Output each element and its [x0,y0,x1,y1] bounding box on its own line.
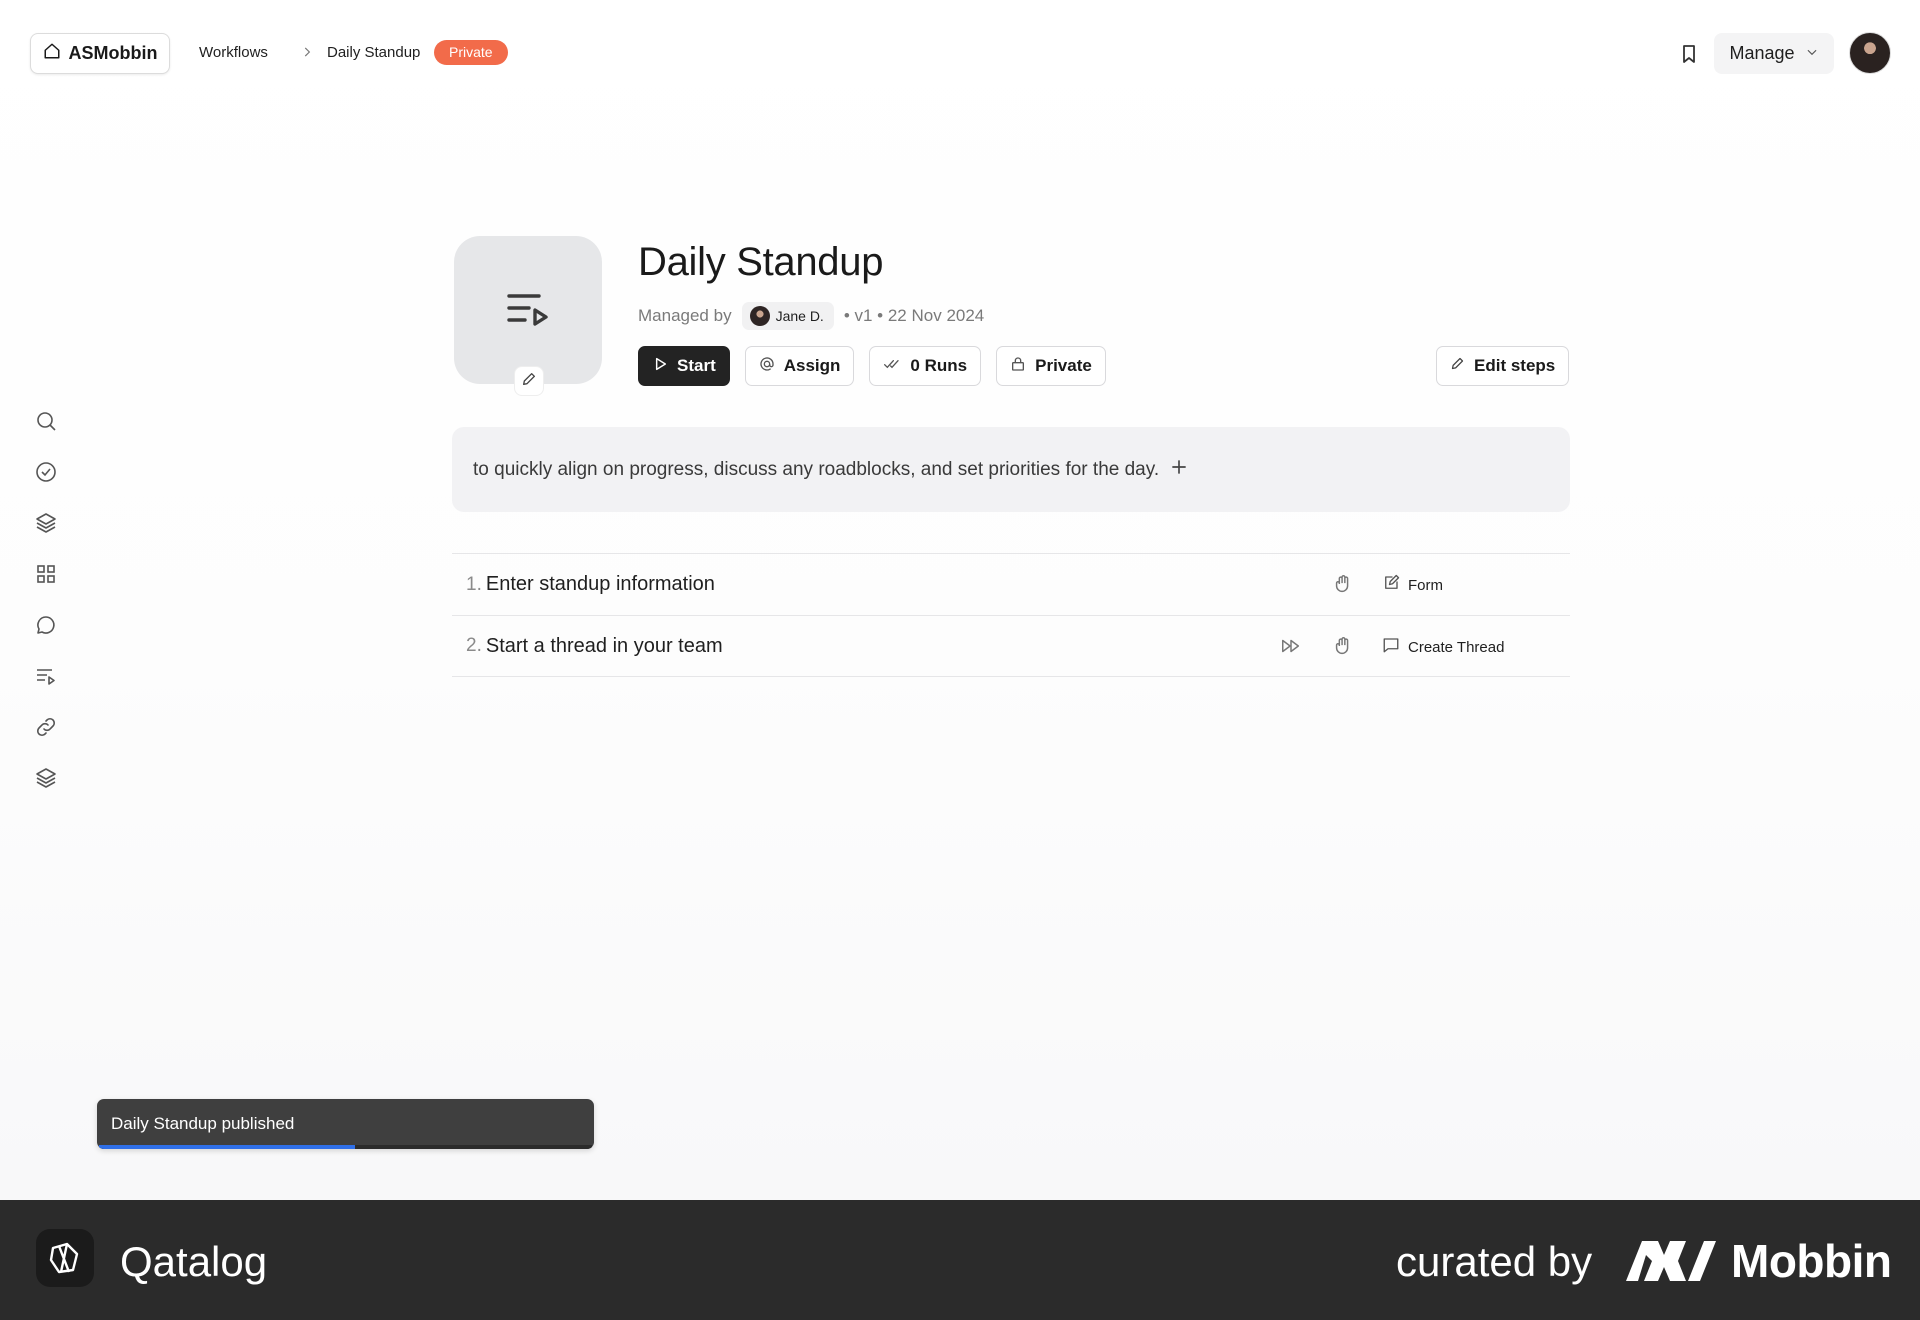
step-type-label: Form [1408,576,1443,594]
step-title: Start a thread in your team [485,634,723,657]
toast-progress-bar [99,1145,356,1149]
hand-icon[interactable] [1332,635,1356,659]
step-row[interactable]: 1. Enter standup information Form [452,553,1570,615]
step-row[interactable]: 2. Start a thread in your team Create Th… [452,615,1570,677]
curated-by-label: curated by [1396,1238,1593,1285]
check-circle-icon[interactable] [30,456,62,488]
search-icon[interactable] [30,405,62,437]
pencil-icon [521,371,537,392]
user-avatar[interactable] [1849,32,1891,74]
step-title: Enter standup information [485,573,715,595]
workflow-icon-tile [454,236,602,384]
workflow-list-icon[interactable] [30,660,62,692]
auto-advance-icon[interactable] [1280,635,1304,659]
assign-label: Assign [783,356,841,375]
private-label: Private [1035,356,1092,375]
step-type: Create Thread [1382,616,1504,678]
pencil-icon [1450,356,1465,376]
at-sign-icon [759,356,775,377]
edit-steps-button[interactable]: Edit steps [1436,346,1570,386]
home-button[interactable]: ASMobbin [30,33,170,74]
action-bar: Start Assign 0 Runs Private [638,346,1106,386]
message-square-icon [1382,636,1400,658]
description-box[interactable]: to quickly align on progress, discuss an… [452,427,1570,512]
home-icon [43,42,61,65]
sidebar [30,405,62,813]
avatar [749,306,770,326]
toast-notification: Daily Standup published [97,1099,594,1149]
curator-name: Mobbin [1731,1235,1892,1287]
step-type-label: Create Thread [1408,638,1505,656]
chevron-right-icon [300,44,314,65]
chevron-down-icon [1805,43,1819,64]
step-type: Form [1382,554,1443,616]
steps-list: 1. Enter standup information Form 2. Sta… [452,553,1570,677]
toast-message: Daily Standup published [111,1114,295,1133]
footer-banner: Qatalog curated by Mobbin [0,1200,1920,1320]
workflow-list-icon [505,288,551,333]
hand-icon[interactable] [1332,573,1356,597]
step-number: 2. [466,635,482,656]
brand-name: Qatalog [120,1238,268,1285]
privacy-button[interactable]: Private [996,346,1106,386]
manage-dropdown[interactable]: Manage [1714,33,1834,74]
step-number: 1. [466,573,482,595]
play-icon [652,356,668,377]
top-bar: ASMobbin Workflows Daily Standup Private… [0,0,1920,106]
form-icon [1382,574,1400,596]
runs-button[interactable]: 0 Runs [869,346,982,386]
plus-icon[interactable] [1169,457,1189,483]
edit-steps-label: Edit steps [1474,356,1556,375]
manager-chip[interactable]: Jane D. [741,302,834,330]
workflow-meta: Managed by Jane D. • v1 • 22 Nov 2024 [638,302,984,330]
manager-name: Jane D. [775,308,824,324]
start-button[interactable]: Start [638,346,730,386]
bookmark-icon[interactable] [1677,42,1701,66]
breadcrumb-workflows[interactable]: Workflows [199,44,268,61]
mobbin-logo-icon [1626,1237,1716,1286]
chat-icon[interactable] [30,609,62,641]
double-check-icon [883,356,901,377]
link-icon[interactable] [30,711,62,743]
page-title: Daily Standup [638,240,884,284]
stack-icon[interactable] [30,762,62,794]
description-text: to quickly align on progress, discuss an… [473,458,1160,480]
manage-label: Manage [1729,43,1795,63]
grid-icon[interactable] [30,558,62,590]
breadcrumb-current: Daily Standup [327,44,421,61]
start-label: Start [677,356,716,375]
app-window: ASMobbin Workflows Daily Standup Private… [0,0,1920,1200]
managed-by-label: Managed by [638,306,732,325]
lock-icon [1010,355,1026,378]
layers-icon[interactable] [30,507,62,539]
qatalog-logo-icon [36,1229,94,1287]
visibility-badge: Private [434,40,508,65]
home-label: ASMobbin [68,43,158,63]
assign-button[interactable]: Assign [744,346,855,386]
runs-label: 0 Runs [910,356,968,375]
edit-icon-button[interactable] [514,366,544,396]
version-date: • v1 • 22 Nov 2024 [843,306,985,325]
